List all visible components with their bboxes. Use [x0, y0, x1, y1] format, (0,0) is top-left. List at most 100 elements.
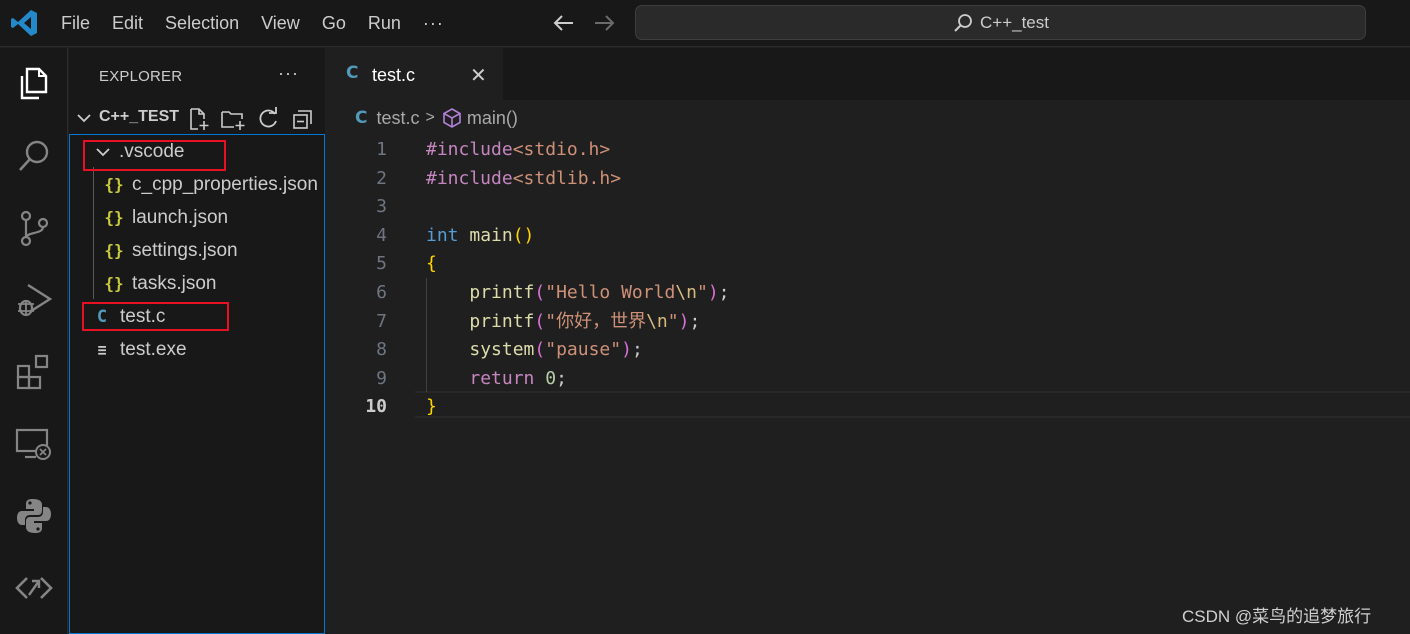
code-token: )	[707, 282, 719, 303]
tree-item-label: tasks.json	[132, 272, 217, 294]
code-token: (	[534, 339, 546, 361]
code-token: \n	[646, 310, 668, 332]
code-token: "	[667, 310, 679, 332]
code-token: printf	[469, 282, 535, 303]
menu-go[interactable]: Go	[311, 0, 357, 47]
code-token: "Hello World	[545, 282, 676, 303]
forward-arrow-icon[interactable]	[591, 10, 617, 36]
code-line-2: #include<stdlib.h>	[426, 165, 621, 194]
code-token: 0	[545, 367, 557, 389]
highlight-box-vscode	[83, 140, 226, 171]
json-file-icon: {}	[104, 175, 124, 194]
tree-file-tasks[interactable]: {} tasks.json	[70, 267, 324, 300]
title-bar: File Edit Selection View Go Run ··· C++_…	[0, 0, 1410, 47]
code-token: <stdlib.h>	[512, 167, 622, 189]
line-number: 2	[376, 167, 387, 189]
line-number: 7	[376, 310, 387, 332]
code-line-1: #include<stdio.h>	[426, 136, 610, 165]
explorer-icon[interactable]	[14, 64, 54, 104]
menu-view[interactable]: View	[250, 0, 311, 47]
tree-file-c-cpp-properties[interactable]: {} c_cpp_properties.json	[70, 168, 324, 201]
tree-file-test-exe[interactable]: ≡ test.exe	[70, 333, 324, 366]
code-token: {	[426, 253, 437, 275]
code-token: "	[696, 282, 708, 303]
breadcrumb-symbol[interactable]: main()	[467, 108, 518, 129]
project-header[interactable]: C++_TEST	[69, 102, 325, 134]
c-file-icon: C	[346, 63, 359, 83]
tree-item-label: launch.json	[132, 206, 229, 228]
binary-file-icon: ≡	[97, 340, 107, 359]
code-token: ;	[631, 339, 643, 361]
code-token: int	[426, 224, 459, 246]
explorer-actions	[185, 106, 316, 132]
line-number: 8	[376, 339, 387, 361]
command-center-search[interactable]: C++_test	[635, 5, 1366, 40]
code-line-7: printf("你好，世界\n");	[426, 308, 700, 337]
search-icon[interactable]	[14, 136, 54, 176]
explorer-sidebar: EXPLORER ··· C++_TEST .vscode {} c_cpp_p…	[69, 48, 325, 634]
extensions-icon[interactable]	[14, 352, 54, 392]
menu-edit[interactable]: Edit	[101, 0, 154, 47]
editor-tabs: C test.c ✕	[325, 48, 1410, 100]
line-number: 1	[376, 139, 387, 160]
code-token: (	[534, 310, 546, 332]
project-name: C++_TEST	[99, 108, 180, 125]
code-token: "pause"	[545, 339, 622, 361]
code-token: main	[469, 224, 513, 246]
back-arrow-icon[interactable]	[551, 10, 577, 36]
tree-file-launch[interactable]: {} launch.json	[70, 201, 324, 234]
code-line-4: int main()	[426, 222, 534, 251]
highlight-box-test-c	[82, 302, 229, 331]
collapse-all-icon[interactable]	[290, 106, 316, 132]
search-icon	[954, 13, 972, 32]
code-line-10: }	[426, 393, 437, 422]
menu-file[interactable]: File	[50, 0, 101, 47]
tree-file-settings[interactable]: {} settings.json	[70, 234, 324, 267]
breadcrumb-separator: >	[425, 109, 435, 126]
menu-selection[interactable]: Selection	[154, 0, 250, 47]
live-share-icon[interactable]	[14, 568, 54, 608]
activity-bar	[0, 48, 68, 634]
code-token: ;	[556, 367, 567, 389]
tab-label: test.c	[372, 65, 416, 85]
code-token: ;	[718, 282, 730, 303]
line-number-active: 10	[365, 396, 387, 418]
new-folder-icon[interactable]	[220, 106, 246, 132]
code-token: )	[621, 339, 632, 361]
watermark: CSDN @菜鸟的追梦旅行	[1182, 607, 1372, 626]
source-control-icon[interactable]	[14, 208, 54, 248]
explorer-more-button[interactable]: ···	[278, 63, 299, 84]
code-token: return	[469, 367, 535, 389]
vscode-logo-icon	[11, 10, 37, 36]
code-token: ()	[512, 224, 535, 246]
breadcrumb-file[interactable]: test.c	[376, 108, 419, 129]
code-token: ;	[689, 310, 701, 332]
close-icon[interactable]: ✕	[470, 63, 487, 88]
refresh-icon[interactable]	[255, 106, 281, 132]
line-number: 3	[376, 196, 387, 218]
python-icon[interactable]	[14, 496, 54, 536]
code-token: #include	[426, 167, 513, 189]
tree-item-label: test.exe	[120, 338, 187, 360]
json-file-icon: {}	[104, 274, 124, 293]
menu-more-button[interactable]: ···	[412, 13, 455, 34]
c-file-icon: C	[355, 108, 368, 128]
remote-explorer-icon[interactable]	[14, 424, 54, 464]
code-token: printf	[469, 310, 535, 332]
code-line-8: system("pause");	[426, 336, 643, 365]
tree-item-label: c_cpp_properties.json	[132, 173, 318, 195]
code-token: (	[534, 282, 546, 303]
code-editor[interactable]: 1 2 3 4 5 6 7 8 9 10 #include<stdio.h> #…	[325, 136, 1410, 634]
code-line-9: return 0;	[426, 365, 567, 394]
line-number: 6	[376, 282, 387, 303]
code-line-6: printf("Hello World\n");	[426, 279, 730, 308]
json-file-icon: {}	[104, 241, 124, 260]
json-file-icon: {}	[104, 208, 124, 227]
menu-run[interactable]: Run	[357, 0, 412, 47]
method-symbol-icon	[443, 108, 461, 128]
tab-test-c[interactable]: C test.c ✕	[325, 48, 503, 100]
line-number: 4	[376, 224, 387, 246]
new-file-icon[interactable]	[185, 106, 211, 132]
run-debug-icon[interactable]	[14, 280, 54, 320]
explorer-title: EXPLORER	[99, 68, 183, 85]
